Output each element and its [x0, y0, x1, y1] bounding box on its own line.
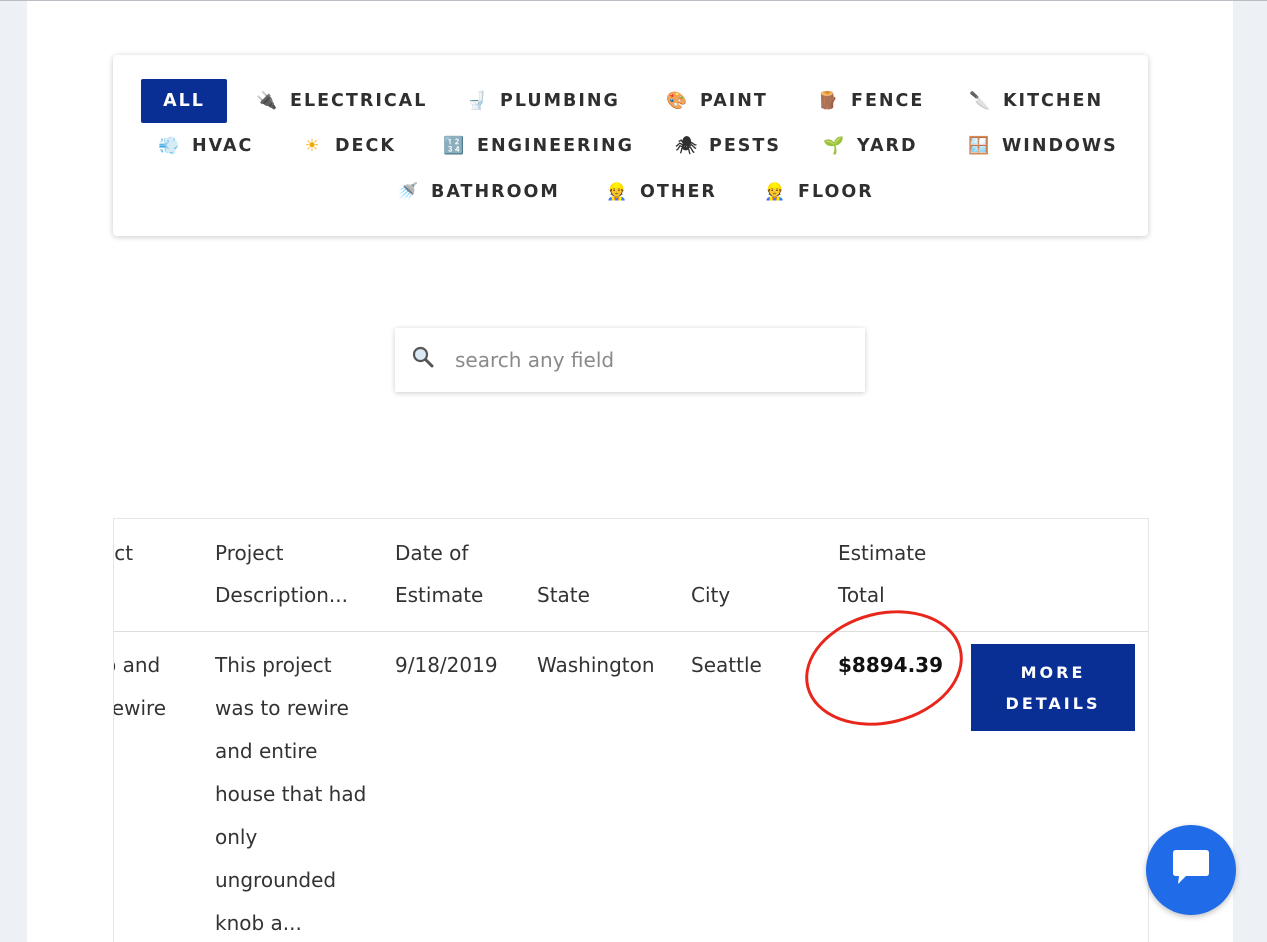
filter-label: KITCHEN: [1003, 91, 1104, 111]
header-project-type-line2: e: [114, 574, 115, 616]
cell-state: Washington: [537, 653, 655, 677]
cell-text: only: [215, 825, 258, 849]
cell-text: ungrounded: [215, 868, 337, 892]
filter-label: PAINT: [700, 91, 768, 111]
worker-icon: 👷: [606, 182, 628, 202]
header-state[interactable]: State: [537, 574, 590, 616]
filter-label: HVAC: [192, 136, 254, 156]
toilet-icon: 🚽: [466, 91, 488, 111]
filter-all-button[interactable]: ALL: [141, 79, 227, 123]
wood-icon: 🪵: [817, 91, 839, 111]
filter-bathroom-button[interactable]: 🚿 BATHROOM: [397, 170, 560, 214]
cell-text: o and: [114, 653, 161, 677]
category-filter-card: ALL 🔌 ELECTRICAL 🚽 PLUMBING 🎨 PAINT 🪵 FE…: [113, 55, 1148, 236]
cell-text: rewire: [113, 696, 167, 720]
numbers-icon: 🔢: [443, 136, 465, 156]
cell-city: Seattle: [691, 653, 762, 677]
chat-button[interactable]: [1146, 825, 1236, 915]
header-description[interactable]: Project: [215, 532, 283, 574]
header-project-type[interactable]: ect: [114, 532, 133, 574]
header-total[interactable]: Estimate: [838, 532, 926, 574]
filter-engineering-button[interactable]: 🔢 ENGINEERING: [443, 124, 634, 168]
worker-icon: 👷: [764, 182, 786, 202]
filter-label: FENCE: [851, 91, 925, 111]
shower-icon: 🚿: [397, 182, 419, 202]
filter-label: DECK: [335, 136, 396, 156]
filter-label: YARD: [857, 136, 918, 156]
filter-label: OTHER: [640, 182, 717, 202]
filter-label: ELECTRICAL: [290, 91, 428, 111]
filter-label: PESTS: [709, 136, 781, 156]
knife-icon: 🔪: [969, 91, 991, 111]
filter-floor-button[interactable]: 👷 FLOOR: [764, 170, 874, 214]
filter-other-button[interactable]: 👷 OTHER: [606, 170, 717, 214]
filter-label: BATHROOM: [431, 182, 560, 202]
filter-yard-button[interactable]: 🌱 YARD: [823, 124, 918, 168]
filter-label: PLUMBING: [500, 91, 620, 111]
wind-icon: 💨: [158, 136, 180, 156]
cell-date: 9/18/2019: [395, 653, 498, 677]
filter-label: FLOOR: [798, 182, 874, 202]
plug-icon: 🔌: [256, 91, 278, 111]
filter-plumbing-button[interactable]: 🚽 PLUMBING: [466, 79, 620, 123]
header-date[interactable]: Date of: [395, 532, 468, 574]
cell-description: This project was to rewire and entire ho…: [215, 644, 385, 942]
filter-label: ALL: [163, 91, 205, 111]
filter-kitchen-button[interactable]: 🔪 KITCHEN: [969, 79, 1103, 123]
filter-fence-button[interactable]: 🪵 FENCE: [817, 79, 924, 123]
cell-text: was to rewire: [215, 696, 349, 720]
filter-hvac-button[interactable]: 💨 HVAC: [158, 124, 253, 168]
filter-electrical-button[interactable]: 🔌 ELECTRICAL: [256, 79, 427, 123]
header-total-line2: Total: [838, 583, 885, 607]
search-input[interactable]: [453, 347, 837, 373]
filter-windows-button[interactable]: 🪟 WINDOWS: [968, 124, 1118, 168]
cell-text: knob a...: [215, 911, 302, 935]
chat-icon: [1169, 848, 1213, 893]
search-icon: [411, 345, 441, 375]
filter-pests-button[interactable]: 🕷 PESTS: [675, 124, 781, 168]
filter-label: ENGINEERING: [477, 136, 635, 156]
cell-text: and entire: [215, 739, 318, 763]
window-icon: 🪟: [968, 136, 990, 156]
button-text: MORE: [1020, 662, 1086, 682]
seedling-icon: 🌱: [823, 136, 845, 156]
header-description-line2: Description...: [215, 583, 348, 607]
cell-project-type: o and rewire: [113, 644, 214, 730]
spider-icon: 🕷: [675, 136, 697, 156]
sun-icon: ☀: [304, 136, 320, 156]
more-details-button[interactable]: MORE DETAILS: [971, 644, 1135, 731]
header-city[interactable]: City: [691, 574, 730, 616]
header-date-line2: Estimate: [395, 583, 484, 607]
cell-text: This project: [215, 653, 332, 677]
page-content: ALL 🔌 ELECTRICAL 🚽 PLUMBING 🎨 PAINT 🪵 FE…: [27, 1, 1233, 942]
cell-text: house that had: [215, 782, 367, 806]
estimates-table: ect e Project Description... Date of Est…: [113, 518, 1149, 942]
header-divider: [114, 631, 1148, 632]
search-box: [395, 328, 865, 392]
filter-paint-button[interactable]: 🎨 PAINT: [666, 79, 768, 123]
filter-label: WINDOWS: [1002, 136, 1118, 156]
filter-deck-button[interactable]: ☀ DECK: [301, 124, 396, 168]
palette-icon: 🎨: [666, 91, 688, 111]
button-text: DETAILS: [1005, 693, 1101, 713]
